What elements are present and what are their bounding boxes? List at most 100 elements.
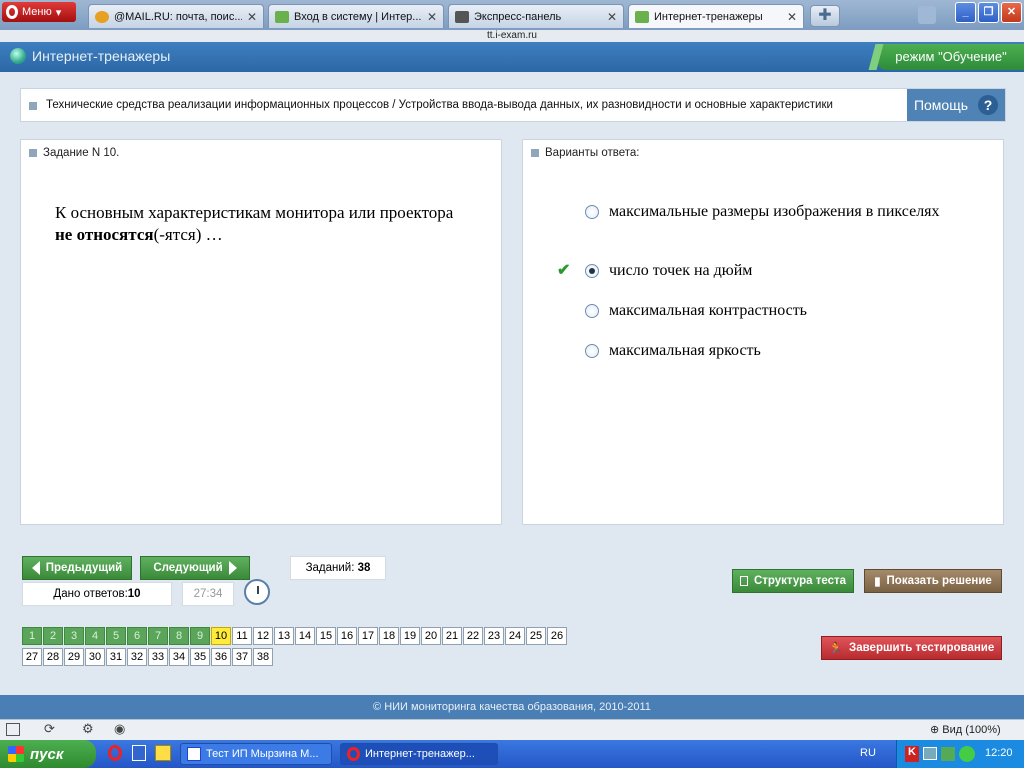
- timer: 27:34: [182, 582, 234, 606]
- zoom-control[interactable]: ⊕ Вид (100%): [930, 723, 1001, 736]
- usb-icon[interactable]: [941, 747, 955, 761]
- task-number-9[interactable]: 9: [190, 627, 210, 645]
- radio-button[interactable]: [585, 304, 599, 318]
- task-number-24[interactable]: 24: [505, 627, 525, 645]
- mail-icon: [95, 10, 109, 23]
- structure-label: Структура теста: [753, 575, 847, 587]
- task-number-29[interactable]: 29: [64, 648, 84, 666]
- panel-toggle-icon[interactable]: [6, 723, 20, 736]
- task-number-37[interactable]: 37: [232, 648, 252, 666]
- zoom-label: Вид (100%): [942, 724, 1001, 736]
- task-number-35[interactable]: 35: [190, 648, 210, 666]
- start-button[interactable]: пуск: [0, 740, 96, 768]
- answer-option[interactable]: максимальная яркость: [585, 340, 945, 361]
- opera-quicklaunch-icon[interactable]: [108, 745, 122, 761]
- task-number-14[interactable]: 14: [295, 627, 315, 645]
- next-label: Следующий: [153, 562, 223, 574]
- task-number-21[interactable]: 21: [442, 627, 462, 645]
- trash-icon[interactable]: [918, 6, 936, 24]
- task-number-17[interactable]: 17: [358, 627, 378, 645]
- task-number-7[interactable]: 7: [148, 627, 168, 645]
- taskbar-item-word[interactable]: Тест ИП Мырзина М...: [180, 743, 332, 765]
- task-number-25[interactable]: 25: [526, 627, 546, 645]
- close-icon[interactable]: ✕: [427, 10, 437, 24]
- breadcrumb: Технические средства реализации информац…: [20, 88, 1006, 122]
- finish-test-button[interactable]: 🏃 Завершить тестирование: [821, 636, 1002, 660]
- task-number-8[interactable]: 8: [169, 627, 189, 645]
- radio-button-selected[interactable]: [585, 264, 599, 278]
- tab-title: Вход в систему | Интер...: [294, 10, 422, 23]
- task-number-10[interactable]: 10: [211, 627, 231, 645]
- task-number-27[interactable]: 27: [22, 648, 42, 666]
- next-button[interactable]: Следующий: [140, 556, 250, 580]
- maximize-button[interactable]: ❐: [978, 2, 999, 23]
- save-quicklaunch-icon[interactable]: [132, 745, 146, 761]
- clock-quicklaunch-icon[interactable]: [155, 745, 171, 761]
- task-number-33[interactable]: 33: [148, 648, 168, 666]
- task-number-2[interactable]: 2: [43, 627, 63, 645]
- address-bar[interactable]: tt.i-exam.ru: [0, 30, 1024, 42]
- task-number-5[interactable]: 5: [106, 627, 126, 645]
- list-icon: [739, 576, 748, 586]
- task-number-3[interactable]: 3: [64, 627, 84, 645]
- tab-mail[interactable]: @MAIL.RU: почта, поис... ✕: [88, 4, 264, 28]
- show-solution-label: Показать решение: [886, 575, 992, 587]
- show-solution-button[interactable]: ▮ Показать решение: [864, 569, 1002, 593]
- tab-login[interactable]: Вход в систему | Интер... ✕: [268, 4, 444, 28]
- task-number-38[interactable]: 38: [253, 648, 273, 666]
- tab-speed-dial[interactable]: Экспресс-панель ✕: [448, 4, 624, 28]
- taskbar-item-label: Интернет-тренажер...: [365, 748, 475, 760]
- question-part: К основным характеристикам монитора или …: [55, 203, 454, 222]
- question-text: К основным характеристикам монитора или …: [55, 202, 455, 246]
- close-icon[interactable]: ✕: [607, 10, 617, 24]
- task-number-28[interactable]: 28: [43, 648, 63, 666]
- task-number-36[interactable]: 36: [211, 648, 231, 666]
- task-number-15[interactable]: 15: [316, 627, 336, 645]
- previous-button[interactable]: Предыдущий: [22, 556, 132, 580]
- task-number-23[interactable]: 23: [484, 627, 504, 645]
- network-icon[interactable]: [923, 747, 937, 760]
- taskbar-item-opera[interactable]: Интернет-тренажер...: [340, 743, 498, 765]
- new-tab-button[interactable]: ✚: [810, 5, 840, 27]
- language-indicator[interactable]: RU: [860, 747, 876, 759]
- test-structure-button[interactable]: Структура теста: [732, 569, 854, 593]
- task-number-11[interactable]: 11: [232, 627, 252, 645]
- answer-option[interactable]: число точек на дюйм: [585, 260, 945, 281]
- answer-option[interactable]: максимальная контрастность: [585, 300, 945, 321]
- radio-button[interactable]: [585, 344, 599, 358]
- close-window-button[interactable]: ✕: [1001, 2, 1022, 23]
- task-number-19[interactable]: 19: [400, 627, 420, 645]
- task-number-32[interactable]: 32: [127, 648, 147, 666]
- question-part: (-ятся) …: [153, 225, 223, 244]
- unite-icon[interactable]: ⚙: [82, 721, 94, 737]
- task-number-31[interactable]: 31: [106, 648, 126, 666]
- sync-icon[interactable]: ⟳: [44, 721, 55, 737]
- web-icon: [635, 10, 649, 23]
- task-number-12[interactable]: 12: [253, 627, 273, 645]
- task-number-34[interactable]: 34: [169, 648, 189, 666]
- task-number-20[interactable]: 20: [421, 627, 441, 645]
- task-number-18[interactable]: 18: [379, 627, 399, 645]
- task-number-1[interactable]: 1: [22, 627, 42, 645]
- answers-header: Варианты ответа:: [531, 147, 640, 159]
- turbo-icon[interactable]: ◉: [114, 721, 125, 737]
- task-number-4[interactable]: 4: [85, 627, 105, 645]
- radio-button[interactable]: [585, 205, 599, 219]
- task-number-22[interactable]: 22: [463, 627, 483, 645]
- battery-icon[interactable]: [959, 746, 975, 762]
- task-number-30[interactable]: 30: [85, 648, 105, 666]
- close-icon[interactable]: ✕: [247, 10, 257, 24]
- tab-title: Экспресс-панель: [474, 10, 562, 23]
- task-number-6[interactable]: 6: [127, 627, 147, 645]
- antivirus-icon[interactable]: K: [905, 746, 919, 762]
- close-icon[interactable]: ✕: [787, 10, 797, 24]
- help-button[interactable]: Помощь ?: [907, 89, 1005, 121]
- answer-option[interactable]: максимальные размеры изображения в пиксе…: [585, 201, 945, 222]
- task-number-13[interactable]: 13: [274, 627, 294, 645]
- tab-trainers[interactable]: Интернет-тренажеры ✕: [628, 4, 804, 28]
- task-number-26[interactable]: 26: [547, 627, 567, 645]
- app-title: Интернет-тренажеры: [10, 48, 170, 64]
- task-number-16[interactable]: 16: [337, 627, 357, 645]
- minimize-button[interactable]: _: [955, 2, 976, 23]
- opera-menu-button[interactable]: Меню ▾: [2, 2, 76, 22]
